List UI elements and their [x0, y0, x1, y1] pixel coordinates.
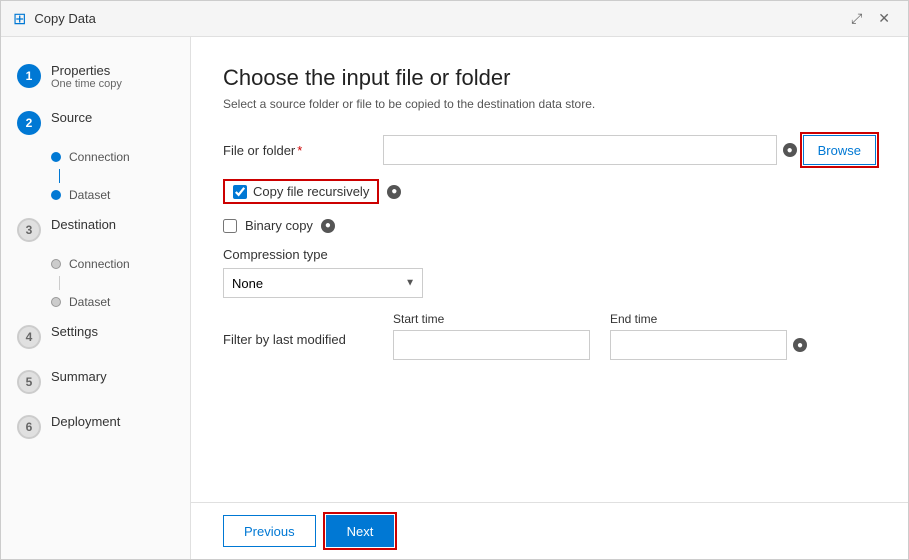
- page-subtitle: Select a source folder or file to be cop…: [223, 97, 876, 111]
- binary-copy-info-icon[interactable]: ●: [321, 219, 335, 233]
- page-title: Choose the input file or folder: [223, 65, 876, 91]
- sidebar: 1 Properties One time copy 2 Source Conn…: [1, 37, 191, 559]
- file-folder-info-icon[interactable]: ●: [783, 143, 797, 157]
- dest-connection-dot: [51, 259, 61, 269]
- start-time-input[interactable]: [393, 330, 590, 360]
- step-circle-6: 6: [17, 415, 41, 439]
- previous-button[interactable]: Previous: [223, 515, 316, 547]
- end-time-info-icon[interactable]: ●: [793, 338, 807, 352]
- browse-button[interactable]: Browse: [803, 135, 876, 165]
- source-connection-label: Connection: [69, 150, 130, 164]
- binary-copy-row: Binary copy ●: [223, 218, 876, 233]
- dest-connection-label: Connection: [69, 257, 130, 271]
- dest-dataset-label: Dataset: [69, 295, 110, 309]
- binary-copy-label: Binary copy: [245, 218, 313, 233]
- step-circle-4: 4: [17, 325, 41, 349]
- copy-recursively-info-icon[interactable]: ●: [387, 185, 401, 199]
- source-connection-dot: [51, 152, 61, 162]
- destination-subitems: Connection Dataset: [1, 252, 190, 314]
- step-circle-2: 2: [17, 111, 41, 135]
- dest-dataset-item[interactable]: Dataset: [51, 290, 190, 314]
- step-circle-1: 1: [17, 64, 41, 88]
- maximize-button[interactable]: ⤢: [845, 8, 868, 29]
- filter-label: Filter by last modified: [223, 312, 373, 347]
- step-1-sublabel: One time copy: [51, 78, 122, 90]
- footer: Previous Next: [191, 502, 908, 559]
- sidebar-item-summary[interactable]: 5 Summary: [1, 359, 190, 404]
- step-5-label: Summary: [51, 369, 107, 384]
- sidebar-item-deployment[interactable]: 6 Deployment: [1, 404, 190, 449]
- step-6-label: Deployment: [51, 414, 120, 429]
- source-dataset-dot: [51, 190, 61, 200]
- sidebar-item-source[interactable]: 2 Source: [1, 100, 190, 145]
- compression-type-label: Compression type: [223, 247, 876, 262]
- end-time-input[interactable]: [610, 330, 787, 360]
- step-circle-3: 3: [17, 218, 41, 242]
- content-area: Choose the input file or folder Select a…: [191, 37, 908, 502]
- app-icon: ⊞: [13, 9, 26, 29]
- sidebar-item-settings[interactable]: 4 Settings: [1, 314, 190, 359]
- source-subitems: Connection Dataset: [1, 145, 190, 207]
- copy-recursively-checkbox[interactable]: [233, 185, 247, 199]
- copy-recursively-container: Copy file recursively: [223, 179, 379, 204]
- end-time-label: End time: [610, 312, 807, 326]
- step-1-label: Properties: [51, 63, 122, 78]
- file-folder-row: File or folder* ● Browse: [223, 135, 876, 165]
- window-title: Copy Data: [34, 11, 95, 26]
- copy-recursively-row: Copy file recursively ●: [223, 179, 876, 204]
- source-connection-item[interactable]: Connection: [51, 145, 190, 169]
- close-button[interactable]: ✕: [872, 8, 896, 29]
- window-controls[interactable]: ⤢ ✕: [845, 8, 896, 29]
- compression-section: Compression type None GZip Deflate BZip2…: [223, 247, 876, 298]
- source-dataset-label: Dataset: [69, 188, 110, 202]
- source-dataset-item[interactable]: Dataset: [51, 183, 190, 207]
- start-time-label: Start time: [393, 312, 590, 326]
- sidebar-item-properties[interactable]: 1 Properties One time copy: [1, 53, 190, 100]
- sidebar-item-destination[interactable]: 3 Destination: [1, 207, 190, 252]
- start-time-col: Start time: [393, 312, 590, 360]
- step-3-label: Destination: [51, 217, 116, 232]
- dest-dataset-dot: [51, 297, 61, 307]
- filter-section: Filter by last modified Start time End t…: [223, 312, 876, 360]
- file-folder-input[interactable]: [383, 135, 777, 165]
- dest-connection-item[interactable]: Connection: [51, 252, 190, 276]
- step-2-label: Source: [51, 110, 92, 125]
- titlebar: ⊞ Copy Data ⤢ ✕: [1, 1, 908, 37]
- step-4-label: Settings: [51, 324, 98, 339]
- copy-recursively-label: Copy file recursively: [253, 184, 369, 199]
- step-circle-5: 5: [17, 370, 41, 394]
- binary-copy-checkbox[interactable]: [223, 219, 237, 233]
- next-button[interactable]: Next: [326, 515, 395, 547]
- compression-select-wrapper: None GZip Deflate BZip2 ZipDeflate Tar T…: [223, 268, 423, 298]
- end-time-col: End time ●: [610, 312, 807, 360]
- file-folder-label: File or folder*: [223, 143, 373, 158]
- compression-type-select[interactable]: None GZip Deflate BZip2 ZipDeflate Tar T…: [223, 268, 423, 298]
